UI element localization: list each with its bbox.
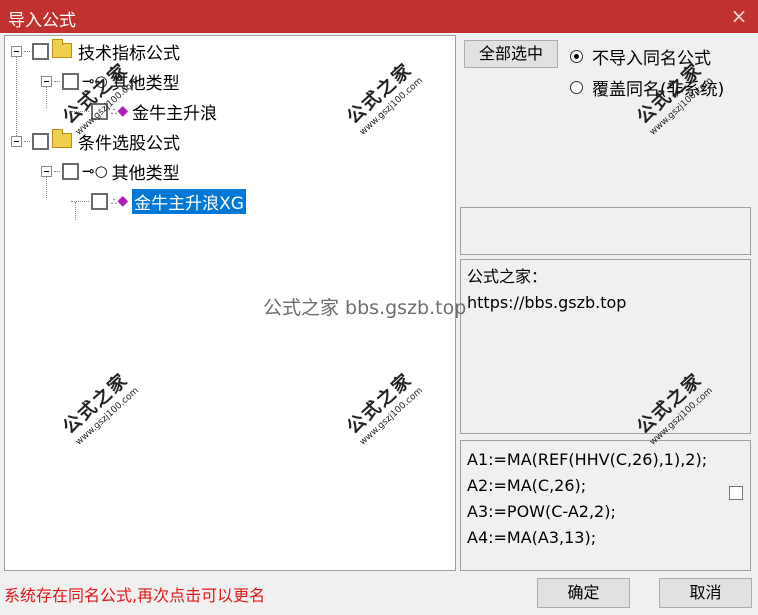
code-line: A4:=MA(A3,13); bbox=[467, 528, 597, 547]
info-line: 公式之家： bbox=[467, 267, 548, 286]
code-panel: A1:=MA(REF(HHV(C,26),1),2); A2:=MA(C,26)… bbox=[460, 440, 751, 571]
tree-node-other-types[interactable]: ⊸○ 其他类型 bbox=[41, 68, 180, 94]
tree-checkbox[interactable] bbox=[91, 192, 108, 210]
radio-button[interactable] bbox=[570, 81, 583, 94]
status-message: 系统存在同名公式,再次点击可以更名 bbox=[4, 586, 266, 605]
scrollbar[interactable] bbox=[726, 260, 750, 433]
center-watermark: 公式之家 bbs.gszb.top bbox=[263, 297, 467, 319]
tree-checkbox[interactable] bbox=[62, 72, 79, 90]
tree-node-label: 条件选股公式 bbox=[78, 133, 180, 154]
info-panel: 公式之家： https://bbs.gszb.top bbox=[460, 259, 751, 434]
rename-field[interactable] bbox=[460, 207, 751, 255]
tree-node-other-types[interactable]: ⊸○ 其他类型 bbox=[41, 158, 180, 184]
folder-icon bbox=[52, 38, 72, 58]
code-line: A3:=POW(C-A2,2); bbox=[467, 502, 616, 521]
scrollbar[interactable] bbox=[726, 441, 750, 570]
code-line: A2:=MA(C,26); bbox=[467, 476, 587, 495]
close-icon[interactable]: × bbox=[726, 3, 752, 29]
tree-node-stock-selection-formulas[interactable]: 条件选股公式 bbox=[11, 128, 180, 154]
title-bar: 导入公式 × bbox=[0, 0, 758, 33]
tree-node-label: 金牛主升浪 bbox=[132, 103, 218, 124]
ok-button[interactable]: 确定 bbox=[537, 578, 630, 608]
collapse-icon[interactable] bbox=[41, 165, 52, 177]
info-url: https://bbs.gszb.top bbox=[467, 293, 627, 312]
key-icon: ⊸○ bbox=[82, 72, 108, 90]
options-pane: 全部选中 不导入同名公式 覆盖同名(非系统) 公式之家： https://bbs… bbox=[460, 35, 752, 571]
select-all-button[interactable]: 全部选中 bbox=[464, 40, 558, 68]
collapse-icon[interactable] bbox=[41, 75, 52, 87]
tree-node-label: 金牛主升浪XG bbox=[132, 188, 246, 214]
key-icon: ⊸○ bbox=[82, 162, 108, 180]
window-title: 导入公式 bbox=[8, 11, 76, 31]
radio-button[interactable] bbox=[570, 50, 583, 63]
radio-label: 不导入同名公式 bbox=[592, 49, 711, 69]
formula-icon: ∴◆ bbox=[111, 103, 129, 119]
folder-icon bbox=[52, 128, 72, 148]
tree-checkbox[interactable] bbox=[62, 162, 79, 180]
tree-node-label: 其他类型 bbox=[111, 163, 180, 184]
tree-node-formula-selected[interactable]: ∴◆ 金牛主升浪XG bbox=[71, 188, 246, 214]
code-checkbox[interactable] bbox=[729, 486, 743, 500]
radio-no-import[interactable]: 不导入同名公式 bbox=[570, 44, 711, 69]
tree-node-formula[interactable]: ∴◆ 金牛主升浪 bbox=[71, 98, 217, 124]
tree-node-label: 其他类型 bbox=[111, 73, 180, 94]
collapse-icon[interactable] bbox=[11, 135, 22, 147]
tree-checkbox[interactable] bbox=[32, 132, 49, 150]
radio-overwrite[interactable]: 覆盖同名(非系统) bbox=[570, 75, 724, 100]
formula-icon: ∴◆ bbox=[111, 193, 129, 209]
code-line: A1:=MA(REF(HHV(C,26),1),2); bbox=[467, 450, 708, 469]
radio-label: 覆盖同名(非系统) bbox=[592, 80, 725, 100]
tree-checkbox[interactable] bbox=[91, 102, 108, 120]
tree-checkbox[interactable] bbox=[32, 42, 49, 60]
tree-node-label: 技术指标公式 bbox=[78, 43, 180, 64]
cancel-button[interactable]: 取消 bbox=[659, 578, 752, 608]
collapse-icon[interactable] bbox=[11, 45, 22, 57]
tree-node-indicator-formulas[interactable]: 技术指标公式 bbox=[11, 38, 180, 64]
